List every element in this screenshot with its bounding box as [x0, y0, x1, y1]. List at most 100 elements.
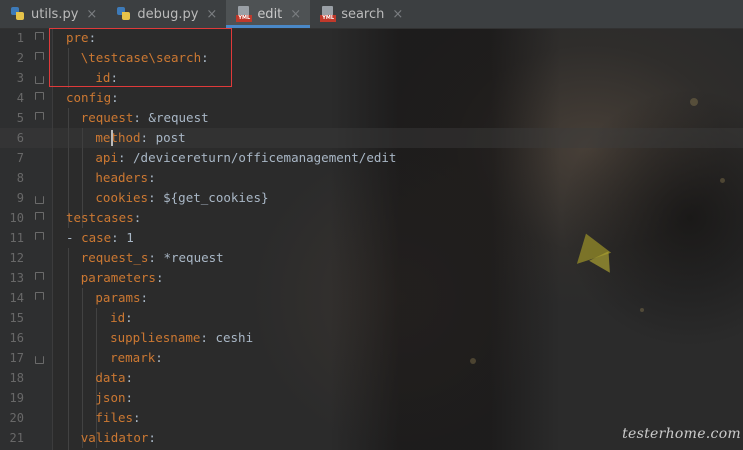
yaml-key: validator [80, 430, 149, 445]
tab-utils-py[interactable]: utils.py × [0, 0, 106, 28]
yaml-separator: : [125, 310, 133, 325]
fold-open-icon[interactable] [35, 232, 44, 240]
yaml-key: config [66, 90, 112, 105]
yaml-key: suppliesname [110, 330, 201, 345]
yaml-separator: : [148, 430, 156, 445]
yaml-key: id [110, 310, 126, 325]
code-line[interactable]: 11 - case: 1 [0, 228, 743, 248]
yaml-key: remark [110, 350, 156, 365]
line-number: 3 [16, 71, 24, 85]
close-icon[interactable]: × [392, 7, 403, 22]
tab-label: edit [257, 6, 283, 22]
yaml-separator: : [111, 230, 119, 245]
close-icon[interactable]: × [86, 7, 97, 22]
tab-debug-py[interactable]: debug.py × [106, 0, 226, 28]
fold-end-icon[interactable] [35, 356, 44, 364]
yaml-key: api [95, 150, 118, 165]
yaml-file-icon: YML [236, 6, 253, 22]
line-number: 10 [9, 211, 24, 225]
code-line[interactable]: 8 headers: [0, 168, 743, 188]
line-number: 2 [16, 51, 24, 65]
line-number: 11 [9, 231, 24, 245]
yaml-separator: : [200, 330, 208, 345]
yaml-separator: : [155, 350, 163, 365]
code-line[interactable]: 5 request: &request [0, 108, 743, 128]
close-icon[interactable]: × [206, 7, 217, 22]
code-line[interactable]: 13 parameters: [0, 268, 743, 288]
line-number: 13 [9, 271, 24, 285]
line-number: 20 [9, 411, 24, 425]
code-line[interactable]: 16 suppliesname: ceshi [0, 328, 743, 348]
fold-open-icon[interactable] [35, 52, 44, 60]
close-icon[interactable]: × [290, 7, 301, 22]
code-line[interactable]: 10 testcases: [0, 208, 743, 228]
yaml-separator: : [133, 110, 141, 125]
yaml-value: post [148, 130, 186, 145]
yaml-separator: : [140, 130, 149, 145]
tab-search[interactable]: YML search × [310, 0, 412, 28]
code-line[interactable]: 12 request_s: *request [0, 248, 743, 268]
fold-end-icon[interactable] [35, 196, 44, 204]
code-line[interactable]: 18 data: [0, 368, 743, 388]
code-line[interactable]: 7 api: /devicereturn/officemanagement/edi… [0, 148, 743, 168]
line-number: 6 [16, 131, 24, 145]
line-number: 15 [9, 311, 24, 325]
line-number: 17 [9, 351, 24, 365]
python-file-icon [116, 6, 132, 22]
tab-label: utils.py [31, 6, 79, 22]
tab-label: search [341, 6, 385, 22]
watermark: testerhome.com [622, 426, 741, 442]
yaml-key: method [95, 130, 141, 145]
python-file-icon [10, 6, 26, 22]
fold-open-icon[interactable] [35, 92, 44, 100]
editor-tab-bar: utils.py × debug.py × YML edit × YML sea… [0, 0, 743, 29]
yaml-separator: : [148, 170, 156, 185]
line-number: 12 [9, 251, 24, 265]
code-line[interactable]: 20 files: [0, 408, 743, 428]
line-number: 1 [16, 31, 24, 45]
yaml-value: ceshi [207, 330, 254, 345]
yaml-separator: : [133, 210, 142, 225]
tab-edit[interactable]: YML edit × [226, 0, 311, 28]
fold-open-icon[interactable] [35, 32, 44, 40]
fold-open-icon[interactable] [35, 212, 44, 220]
code-line[interactable]: 9 cookies: ${get_cookies} [0, 188, 743, 208]
yaml-key: parameters [80, 270, 156, 285]
yaml-separator: : [148, 190, 156, 205]
yaml-separator: : [117, 150, 126, 165]
yaml-key: request_s [80, 250, 149, 265]
yaml-file-icon: YML [320, 6, 337, 22]
highlight-annotation-box [49, 28, 232, 87]
yaml-key: cookies [95, 190, 149, 205]
yaml-separator: : [155, 270, 164, 285]
code-line[interactable]: 4 config: [0, 88, 743, 108]
yaml-separator: : [125, 390, 134, 405]
code-line[interactable]: 15 id: [0, 308, 743, 328]
code-line[interactable]: 17 remark: [0, 348, 743, 368]
yaml-key: data [95, 370, 126, 385]
fold-open-icon[interactable] [35, 292, 44, 300]
yaml-separator: : [111, 90, 119, 105]
yaml-separator: : [140, 290, 149, 305]
code-line[interactable]: 14 params: [0, 288, 743, 308]
code-line[interactable]: 19 json: [0, 388, 743, 408]
list-dash: - [66, 230, 74, 245]
yaml-value: &request [140, 110, 209, 125]
fold-end-icon[interactable] [35, 76, 44, 84]
fold-open-icon[interactable] [35, 112, 44, 120]
yaml-key: testcases [66, 210, 134, 225]
yaml-separator: : [133, 410, 141, 425]
line-number: 14 [9, 291, 24, 305]
line-number: 18 [9, 371, 24, 385]
yaml-key: headers [95, 170, 149, 185]
yaml-value: /devicereturn/officemanagement/edit [125, 150, 397, 165]
yaml-value: *request [155, 250, 224, 265]
yaml-key: params [95, 290, 141, 305]
code-editor[interactable]: 1 pre: 2 \testcase\search: 3 id: 4 config: 5 requ… [0, 28, 743, 450]
line-number: 21 [9, 431, 24, 445]
line-number: 5 [16, 111, 24, 125]
fold-open-icon[interactable] [35, 272, 44, 280]
yaml-separator: : [148, 250, 156, 265]
line-number: 4 [16, 91, 24, 105]
line-number: 7 [16, 151, 24, 165]
